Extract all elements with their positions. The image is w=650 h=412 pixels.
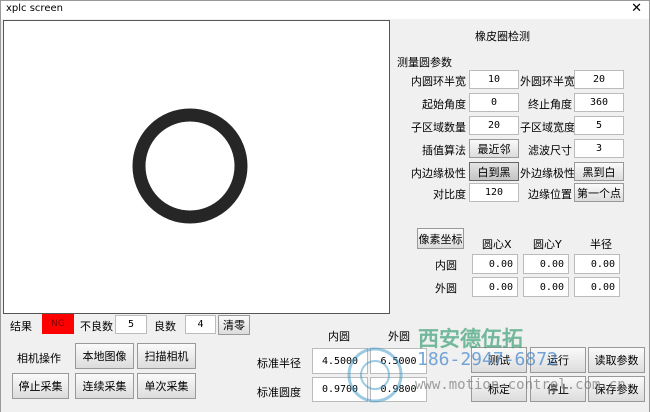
watermark-logo [347,347,403,403]
param-label: 外边缘极性 [520,167,575,180]
watermark-phone: 186-2947-6872 [417,349,558,370]
clear-button[interactable]: 清零 [218,315,250,335]
param-label: 内圆环半宽 [411,75,466,88]
param-field[interactable]: 10 [469,70,519,89]
std-radius-label: 标准半径 [257,357,301,370]
bad-count-field[interactable]: 5 [115,315,147,334]
ring-image [132,108,248,224]
param-field[interactable]: 20 [574,70,624,89]
image-view [3,20,390,314]
param-button[interactable]: 最近邻 [469,139,519,158]
param-field[interactable]: 5 [574,116,624,135]
param-label: 子区域数量 [411,121,466,134]
param-label: 起始角度 [422,98,466,111]
param-button[interactable]: 黑到白 [574,162,624,181]
param-label: 外圆环半宽 [520,75,575,88]
title-bar [0,0,650,19]
pixel-coords-button[interactable]: 像素坐标 [417,228,464,249]
coord-field: 0.00 [523,277,569,297]
coord-field: 0.00 [472,254,518,274]
param-button[interactable]: 第一个点 [574,183,624,202]
coord-row-label: 内圆 [435,259,457,272]
close-icon[interactable]: ✕ [631,1,642,16]
bad-count-label: 不良数 [80,320,113,333]
coord-header: 半径 [590,238,612,251]
param-button[interactable]: 白到黑 [469,162,519,181]
result-status: NG [42,314,74,334]
param-field[interactable]: 3 [574,139,624,158]
param-field[interactable]: 360 [574,93,624,112]
param-field[interactable]: 120 [469,183,519,202]
continuous-capture-button[interactable]: 连续采集 [75,373,134,399]
param-field[interactable]: 20 [469,116,519,135]
coord-row-label: 外圆 [435,282,457,295]
param-label: 子区域宽度 [520,121,575,134]
local-image-button[interactable]: 本地图像 [75,343,134,369]
param-label: 滤波尺寸 [528,144,572,157]
coord-field: 0.00 [574,277,620,297]
watermark-url: www.motion-control.com.cn [415,377,626,393]
param-label: 插值算法 [422,144,466,157]
camera-ops-label: 相机操作 [17,352,61,365]
param-label: 对比度 [433,188,466,201]
coord-field: 0.00 [523,254,569,274]
param-label: 终止角度 [528,98,572,111]
coord-field: 0.00 [574,254,620,274]
section-title: 测量圆参数 [397,56,452,69]
good-count-label: 良数 [154,320,176,333]
window-title: xplc screen [6,3,63,14]
param-field[interactable]: 0 [469,93,519,112]
coord-header: 圆心Y [533,238,562,251]
good-count-field[interactable]: 4 [185,315,216,334]
result-label: 结果 [10,320,32,333]
coord-field: 0.00 [472,277,518,297]
param-label: 边缘位置 [528,188,572,201]
panel-title: 橡皮圈检测 [475,30,530,43]
std-roundness-label: 标准圆度 [257,386,301,399]
action-button[interactable]: 读取参数 [588,347,645,373]
param-label: 内边缘极性 [411,167,466,180]
coord-header: 圆心X [482,238,512,251]
stop-capture-button[interactable]: 停止采集 [12,373,69,399]
scan-camera-button[interactable]: 扫描相机 [137,343,196,369]
single-capture-button[interactable]: 单次采集 [137,373,196,399]
